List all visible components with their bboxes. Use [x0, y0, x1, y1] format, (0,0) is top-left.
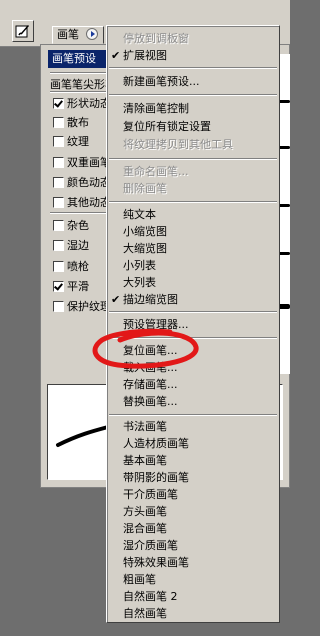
- palette-menu-arrow-icon[interactable]: [86, 28, 98, 40]
- palette-flyout-menu: 停放到调板窗 ✔ 扩展视图 新建画笔预设... 清除画笔控制 复位所有锁定设置 将…: [106, 25, 280, 623]
- menu-separator: [109, 337, 277, 339]
- menu-item-library[interactable]: 特殊效果画笔: [107, 554, 279, 571]
- menu-item-stroke-thumbnail[interactable]: ✔ 描边缩览图: [107, 291, 279, 308]
- option-shape-dynamics[interactable]: 形状动态: [53, 95, 111, 112]
- menu-item-dock-to-well[interactable]: 停放到调板窗: [107, 30, 279, 47]
- option-label: 湿边: [67, 239, 89, 252]
- checkbox[interactable]: [53, 157, 64, 168]
- menu-item-library[interactable]: 湿介质画笔: [107, 537, 279, 554]
- menu-item-small-thumbnail[interactable]: 小缩览图: [107, 223, 279, 240]
- menu-item-delete-brush[interactable]: 删除画笔: [107, 180, 279, 197]
- menu-item-library[interactable]: 方头画笔: [107, 503, 279, 520]
- option-dual-brush[interactable]: 双重画笔: [53, 154, 111, 171]
- option-label: 双重画笔: [67, 156, 111, 169]
- option-label: 散布: [67, 116, 89, 129]
- brush-tool-button[interactable]: [12, 20, 34, 42]
- menu-item-copy-texture[interactable]: 将纹理拷贝到其他工具: [107, 136, 279, 153]
- option-wet-edges[interactable]: 湿边: [53, 237, 111, 254]
- checkbox[interactable]: [53, 261, 64, 272]
- checkbox[interactable]: [53, 240, 64, 251]
- checkbox[interactable]: [53, 136, 64, 147]
- option-label: 其他动态: [67, 196, 111, 209]
- menu-item-library[interactable]: 自然画笔 2: [107, 588, 279, 605]
- brush-tip-shape-item[interactable]: 画笔笔尖形状: [50, 76, 110, 92]
- option-label: 纹理: [67, 135, 89, 148]
- menu-item-library[interactable]: 人造材质画笔: [107, 435, 279, 452]
- menu-item-text-only[interactable]: 纯文本: [107, 206, 279, 223]
- menu-item-label: 描边缩览图: [123, 293, 178, 306]
- option-label: 平滑: [67, 280, 89, 293]
- option-color-dynamics[interactable]: 颜色动态: [53, 174, 111, 191]
- tab-brushes-label: 画笔: [57, 28, 79, 41]
- checkbox[interactable]: [53, 281, 64, 292]
- menu-item-library[interactable]: 书法画笔: [107, 418, 279, 435]
- menu-item-library[interactable]: 基本画笔: [107, 452, 279, 469]
- option-label: 保护纹理: [67, 300, 111, 313]
- menu-item-save-brushes[interactable]: 存储画笔...: [107, 376, 279, 393]
- menu-separator: [109, 67, 277, 69]
- menu-item-load-brushes[interactable]: 载入画笔...: [107, 359, 279, 376]
- menu-item-label: 扩展视图: [123, 49, 167, 62]
- menu-separator: [109, 311, 277, 313]
- menu-item-reset-brushes[interactable]: 复位画笔...: [107, 342, 279, 359]
- option-protect-texture[interactable]: 保护纹理: [53, 298, 111, 315]
- menu-separator: [109, 158, 277, 160]
- checkbox[interactable]: [53, 220, 64, 231]
- divider: [50, 72, 110, 74]
- checkbox[interactable]: [53, 177, 64, 188]
- menu-item-large-thumbnail[interactable]: 大缩览图: [107, 240, 279, 257]
- option-scattering[interactable]: 散布: [53, 114, 111, 131]
- menu-item-library[interactable]: 粗画笔: [107, 571, 279, 588]
- menu-item-clear-brush-controls[interactable]: 清除画笔控制: [107, 100, 279, 117]
- menu-item-library[interactable]: 自然画笔: [107, 605, 279, 622]
- divider: [50, 212, 110, 214]
- option-airbrush[interactable]: 喷枪: [53, 258, 111, 275]
- menu-item-replace-brushes[interactable]: 替换画笔...: [107, 393, 279, 410]
- option-label: 喷枪: [67, 260, 89, 273]
- checkmark-icon: ✔: [111, 293, 121, 306]
- option-texture[interactable]: 纹理: [53, 133, 111, 150]
- menu-item-large-list[interactable]: 大列表: [107, 274, 279, 291]
- menu-item-library[interactable]: 混合画笔: [107, 520, 279, 537]
- brush-icon: [15, 25, 29, 38]
- option-smoothing[interactable]: 平滑: [53, 278, 111, 295]
- checkbox[interactable]: [53, 197, 64, 208]
- option-label: 颜色动态: [67, 176, 111, 189]
- menu-separator: [109, 201, 277, 203]
- menu-item-reset-all-locked[interactable]: 复位所有锁定设置: [107, 118, 279, 135]
- checkbox[interactable]: [53, 301, 64, 312]
- menu-item-rename-brush[interactable]: 重命名画笔...: [107, 163, 279, 180]
- menu-item-preset-manager[interactable]: 预设管理器...: [107, 316, 279, 333]
- checkmark-icon: ✔: [111, 49, 121, 62]
- option-noise[interactable]: 杂色: [53, 217, 111, 234]
- menu-item-expanded-view[interactable]: ✔ 扩展视图: [107, 47, 279, 64]
- divider: [50, 91, 110, 93]
- menu-item-library[interactable]: 干介质画笔: [107, 486, 279, 503]
- checkbox[interactable]: [53, 98, 64, 109]
- checkbox[interactable]: [53, 117, 64, 128]
- menu-separator: [109, 414, 277, 416]
- option-label: 杂色: [67, 219, 89, 232]
- menu-item-new-brush-preset[interactable]: 新建画笔预设...: [107, 73, 279, 90]
- option-label: 形状动态: [67, 97, 111, 110]
- brush-presets-item[interactable]: 画笔预设: [48, 50, 110, 68]
- option-other-dynamics[interactable]: 其他动态: [53, 194, 111, 211]
- menu-item-library[interactable]: 带阴影的画笔: [107, 469, 279, 486]
- menu-separator: [109, 94, 277, 96]
- menu-item-small-list[interactable]: 小列表: [107, 257, 279, 274]
